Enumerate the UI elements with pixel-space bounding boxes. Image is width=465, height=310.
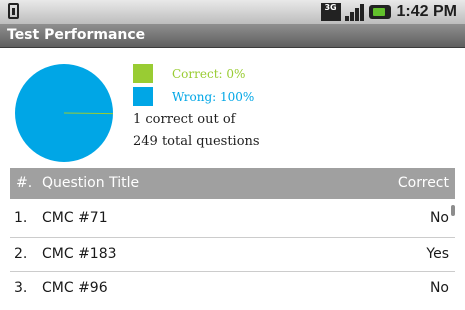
table-header: #. Question Title Correct [10,168,455,199]
phone-icon [8,3,19,19]
row-number: 1. [14,210,28,226]
wrong-legend-label: Wrong: 100% [172,90,255,104]
correct-swatch [133,64,153,83]
row-number: 2. [14,246,28,262]
score-pie-chart [15,64,113,162]
row-question-title: CMC #71 [42,210,108,226]
header-question-title: Question Title [42,175,140,191]
page-title: Test Performance [7,27,146,43]
table-row[interactable]: 1. CMC #71 No [10,202,455,236]
summary-line-2: 249 total questions [133,134,260,149]
signal-icon [344,3,365,21]
network-type: 3G [324,3,337,12]
table-row[interactable]: 2. CMC #183 Yes [10,238,455,272]
title-bar: Test Performance [0,24,465,48]
row-question-title: CMC #183 [42,246,117,262]
header-number: #. [16,175,33,191]
row-correct: Yes [426,246,449,262]
summary-line-1: 1 correct out of [133,112,236,127]
header-correct: Correct [397,175,449,191]
correct-legend-label: Correct: 0% [172,67,246,81]
status-bar: 3G 1:42 PM [0,0,465,24]
row-correct: No [429,210,449,226]
table-row[interactable]: 3. CMC #96 No [10,272,455,306]
network-3g-icon: 3G [320,3,341,21]
wrong-swatch [133,87,153,106]
row-question-title: CMC #96 [42,280,108,296]
clock: 1:42 PM [396,3,457,20]
row-number: 3. [14,280,28,296]
battery-icon [368,5,391,19]
list-scrollbar[interactable] [451,205,455,216]
status-icons: 3G 1:42 PM [320,0,465,24]
row-correct: No [429,280,449,296]
correct-slice [63,112,113,115]
